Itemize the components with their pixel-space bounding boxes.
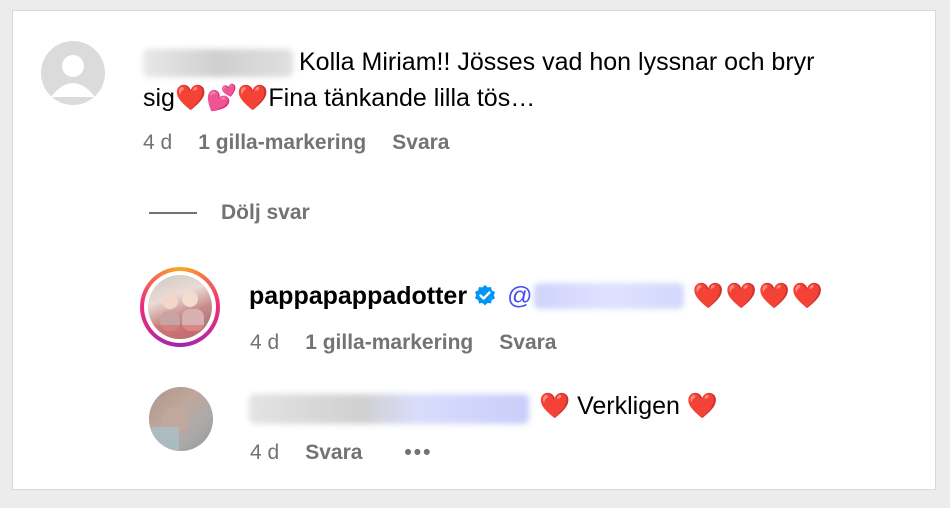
reply2-time: 4 d — [250, 441, 280, 464]
comments-panel: Kolla Miriam!! Jösses vad hon lyssnar oc… — [12, 10, 936, 490]
story-ring-avatar[interactable] — [140, 267, 220, 347]
reply2-text: ❤️ Verkligen ❤️ — [539, 386, 718, 426]
reply1-text: pappapappadotter @ ❤️❤️❤️❤️ — [249, 276, 825, 316]
more-options-icon[interactable]: ••• — [404, 441, 432, 465]
reply1-reply-button[interactable]: Svara — [499, 331, 556, 355]
heart-emoji: ❤️ — [174, 84, 207, 112]
redacted-mention[interactable] — [534, 283, 685, 309]
heart-emoji: ❤️ — [539, 392, 571, 420]
hide-replies-label: Dölj svar — [221, 201, 310, 224]
reply-button[interactable]: Svara — [392, 131, 449, 155]
profile-photo — [148, 275, 212, 339]
hearts-emoji: ❤️❤️❤️❤️ — [692, 282, 825, 310]
comment-meta: 4 d 1 gilla-markering Svara — [143, 131, 449, 155]
two-hearts-emoji: 💕 — [206, 84, 238, 112]
reply2-avatar[interactable] — [149, 387, 213, 451]
reply1-username[interactable]: pappapappadotter — [249, 276, 467, 316]
hide-replies-button[interactable]: Dölj svar — [149, 201, 310, 225]
heart-emoji: ❤️ — [237, 84, 269, 112]
mention-at-sign[interactable]: @ — [507, 276, 532, 316]
divider-line — [149, 212, 197, 214]
reply1-time: 4 d — [250, 331, 280, 354]
likes-count[interactable]: 1 gilla-markering — [198, 131, 366, 155]
redacted-reply2-username[interactable] — [249, 394, 529, 424]
verified-badge-icon — [475, 285, 496, 306]
heart-emoji: ❤️ — [686, 392, 719, 420]
comment-text-line2: sig❤️💕❤️Fina tänkande lilla tös… — [143, 84, 536, 112]
comment-text-line1: Kolla Miriam!! Jösses vad hon lyssnar oc… — [299, 48, 815, 76]
redacted-username[interactable] — [143, 49, 293, 77]
default-avatar-icon[interactable] — [41, 41, 105, 105]
reply2-body: Verkligen — [577, 392, 680, 420]
reply2-meta: 4 d Svara ••• — [250, 441, 432, 465]
reply2-reply-button[interactable]: Svara — [305, 441, 362, 465]
reply1-meta: 4 d 1 gilla-markering Svara — [250, 331, 556, 355]
comment-time: 4 d — [143, 131, 173, 154]
reply1-likes-count[interactable]: 1 gilla-markering — [305, 331, 473, 355]
